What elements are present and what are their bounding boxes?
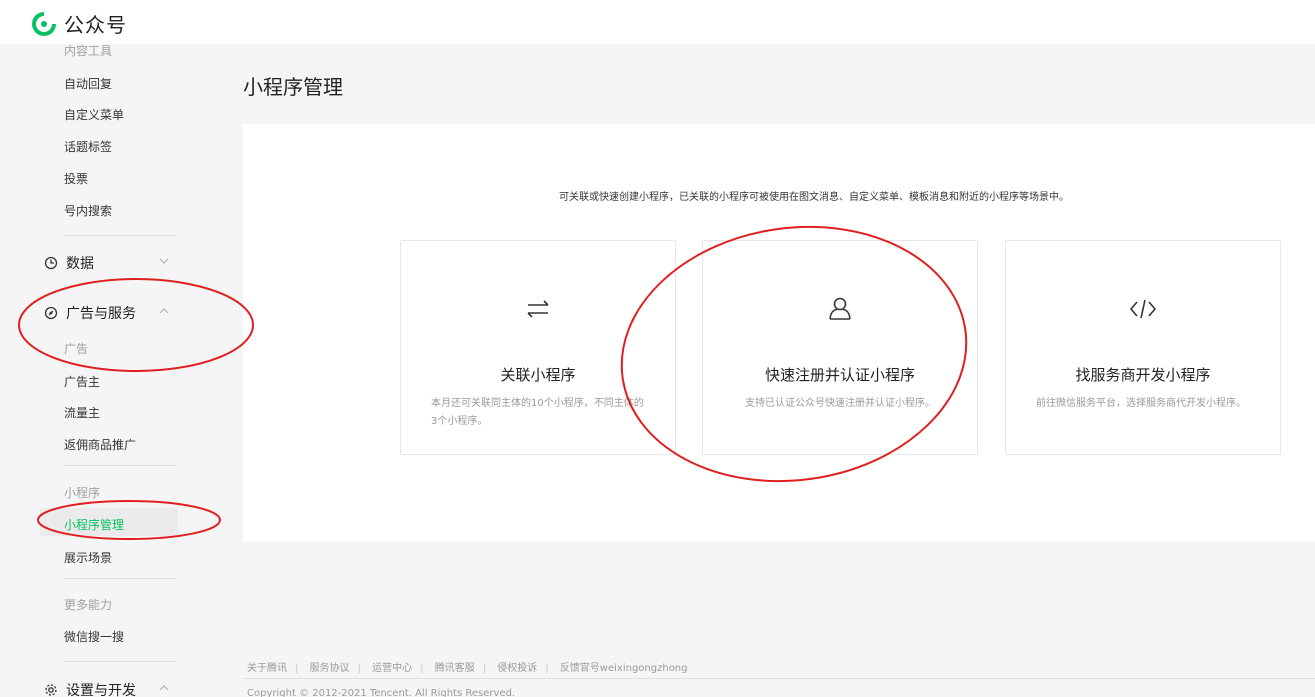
page-title: 小程序管理 [243,75,343,99]
clock-icon [44,256,58,270]
sidebar-section-more: 更多能力 [64,598,113,612]
find-provider-title: 找服务商开发小程序 [1075,366,1211,384]
sidebar-item-wechat-search[interactable]: 微信搜一搜 [64,628,124,645]
sidebar-item-custom-menu[interactable]: 自定义菜单 [64,106,124,123]
link-miniprogram-title: 关联小程序 [500,366,576,384]
sidebar-item-content-tools[interactable]: 内容工具 [64,42,112,59]
quick-register-card[interactable]: 快速注册并认证小程序 支持已认证公众号快速注册并认证小程序。 [702,240,978,455]
sidebar-group-data[interactable]: 数据 [44,253,94,273]
sidebar-group-data-label: 数据 [66,256,94,272]
sidebar-item-in-account-search[interactable]: 号内搜索 [64,202,112,219]
footer-link-about[interactable]: 关于腾讯 [247,663,287,674]
sidebar-section-ads: 广告 [64,342,89,356]
sidebar: 内容工具 自动回复 自定义菜单 话题标签 投票 号内搜索 数据 广告与服务 广告… [0,44,200,697]
sidebar-item-miniprogram-management[interactable]: 小程序管理 [64,516,124,533]
link-miniprogram-card[interactable]: 关联小程序 本月还可关联同主体的10个小程序，不同主体的3个小程序。 [400,240,676,455]
footer-link-complaints[interactable]: 侵权投诉 [497,663,537,674]
logo[interactable]: 公众号 [32,9,127,38]
page-description: 可关联或快速创建小程序，已关联的小程序可被使用在图文消息、自定义菜单、模板消息和… [559,192,1069,203]
sidebar-item-advertiser[interactable]: 广告主 [64,373,100,390]
gear-icon [45,684,57,696]
sidebar-divider [64,465,177,466]
find-provider-desc: 前往微信服务平台，选择服务商代开发小程序。 [1036,398,1246,409]
footer-divider [243,678,1315,679]
compass-icon [44,306,58,320]
sidebar-group-ads[interactable]: 广告与服务 [44,303,136,323]
footer-link-ops-center[interactable]: 运营中心 [372,663,412,674]
sidebar-divider [64,578,177,579]
chevron-up-icon[interactable] [158,682,170,694]
wechat-mp-logo-icon [32,11,56,36]
code-icon [1129,299,1157,319]
link-arrows-icon [527,300,549,318]
user-outline-icon [829,297,851,320]
copyright: Copyright © 2012-2021 Tencent. All Right… [247,688,516,697]
chevron-up-icon[interactable] [158,305,170,317]
sidebar-group-ads-label: 广告与服务 [66,306,136,322]
sidebar-group-settings[interactable]: 设置与开发 [44,680,136,697]
sidebar-group-settings-label: 设置与开发 [66,683,136,697]
link-miniprogram-desc: 本月还可关联同主体的10个小程序，不同主体的3个小程序。 [431,398,644,427]
footer-link-feedback[interactable]: 反馈官号weixingongzhong [560,663,688,674]
footer-links: 关于腾讯 | 服务协议 | 运营中心 | 腾讯客服 | 侵权投诉 | 反馈官号weixin… [247,663,688,674]
quick-register-title: 快速注册并认证小程序 [764,366,915,384]
quick-register-desc: 支持已认证公众号快速注册并认证小程序。 [745,398,935,409]
main-panel: 可关联或快速创建小程序，已关联的小程序可被使用在图文消息、自定义菜单、模板消息和… [243,124,1315,542]
sidebar-section-miniprogram: 小程序 [64,486,101,500]
sidebar-divider [64,661,177,662]
sidebar-item-auto-reply[interactable]: 自动回复 [64,75,112,92]
footer-link-terms[interactable]: 服务协议 [310,663,350,674]
sidebar-item-display-scenes[interactable]: 展示场景 [64,549,112,566]
sidebar-item-topic-tags[interactable]: 话题标签 [64,138,112,155]
footer-link-support[interactable]: 腾讯客服 [435,663,475,674]
sidebar-divider [64,235,177,236]
find-provider-card[interactable]: 找服务商开发小程序 前往微信服务平台，选择服务商代开发小程序。 [1005,240,1281,455]
sidebar-item-vote[interactable]: 投票 [64,170,88,187]
logo-text: 公众号 [64,13,127,37]
top-bar: 公众号 [0,0,1315,44]
sidebar-item-publisher[interactable]: 流量主 [64,404,100,421]
sidebar-item-commission-promo[interactable]: 返佣商品推广 [64,436,136,453]
chevron-down-icon[interactable] [158,255,170,267]
